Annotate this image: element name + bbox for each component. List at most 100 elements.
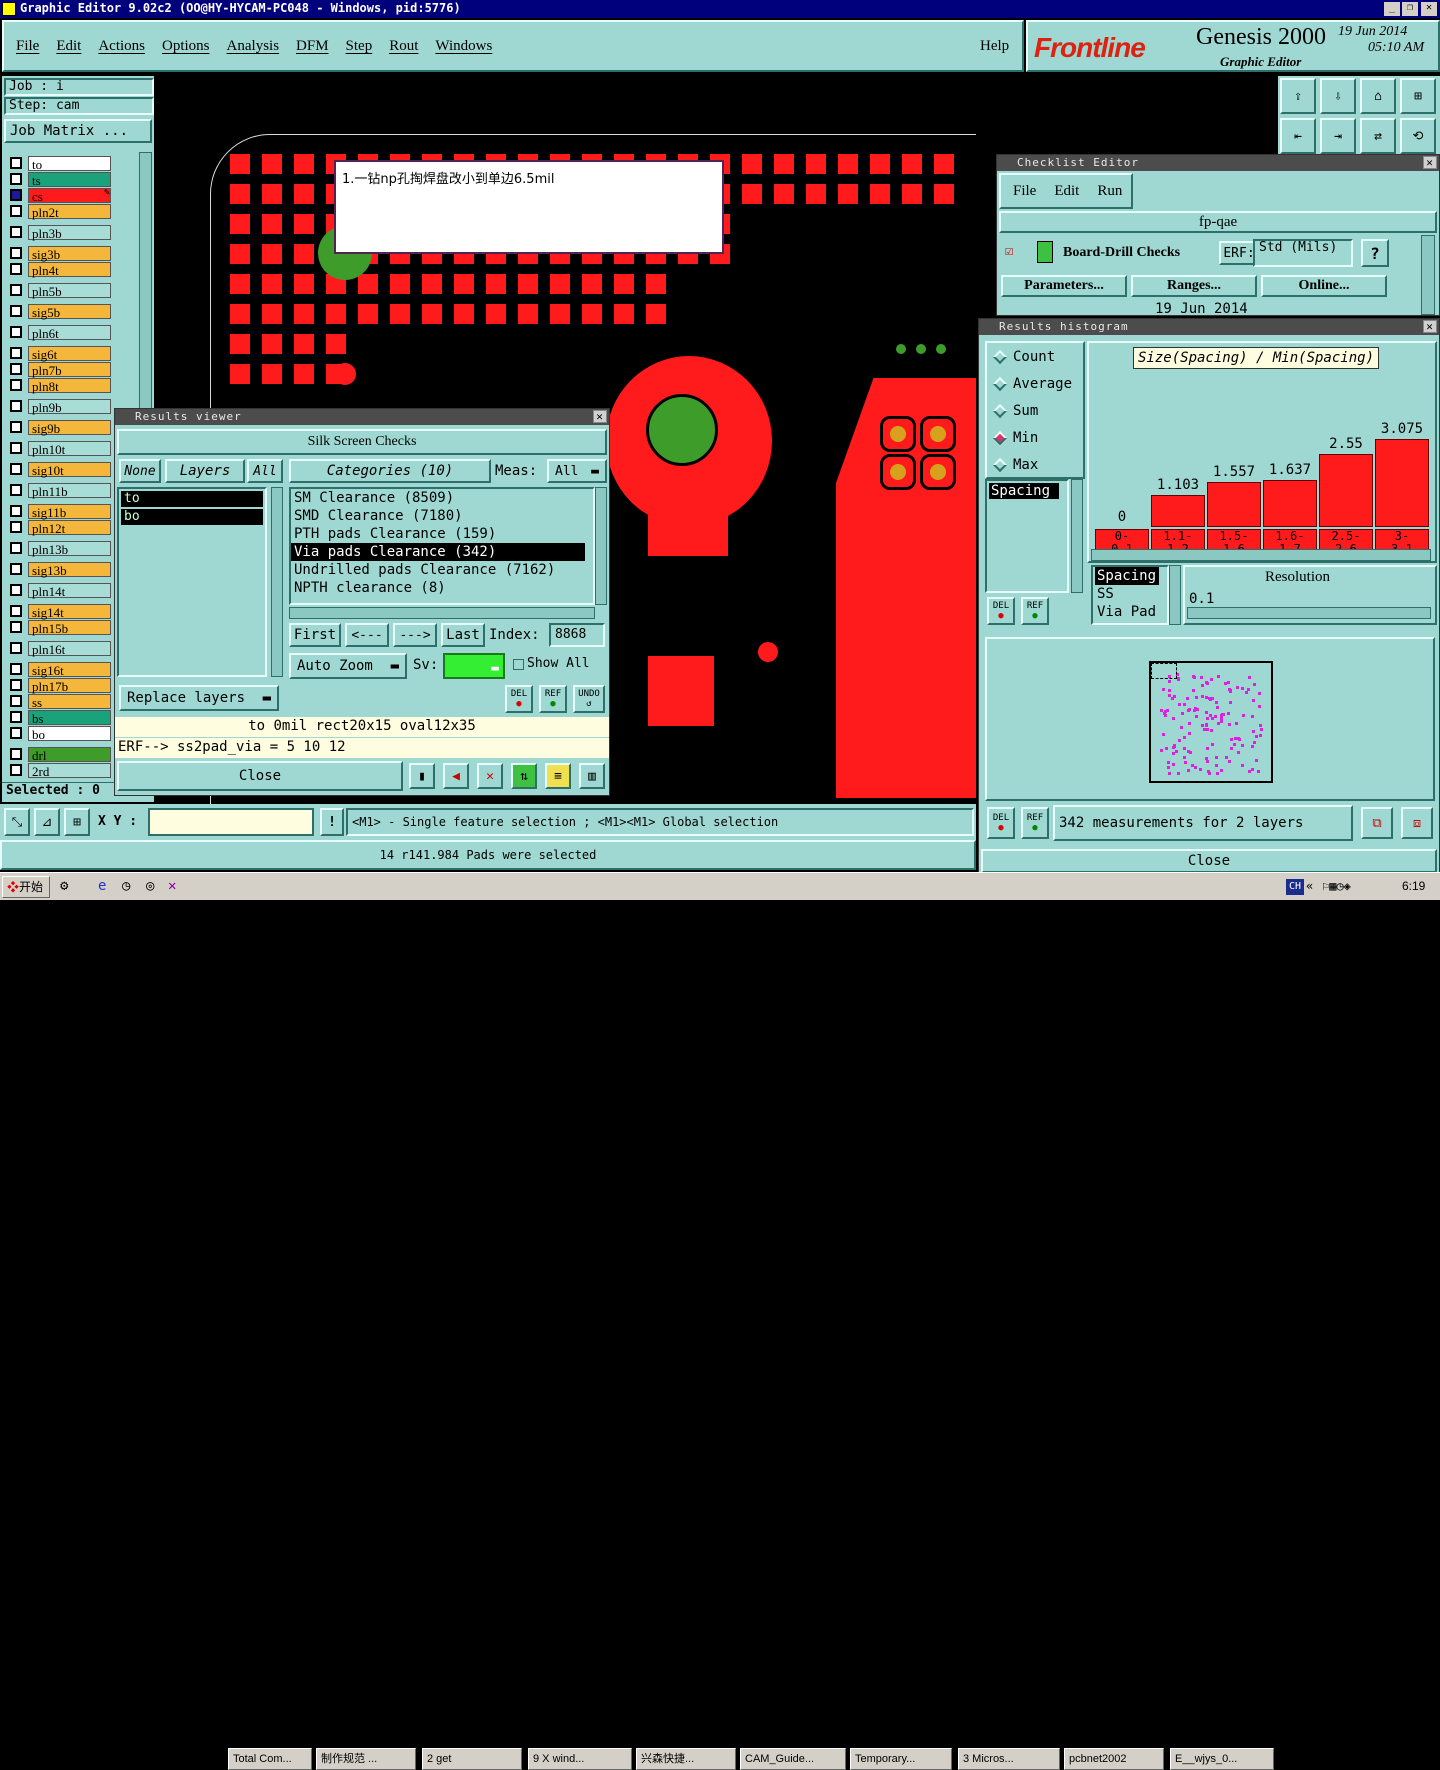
- layer-checkbox[interactable]: [10, 621, 22, 633]
- measure-item[interactable]: Via Pad: [1095, 603, 1165, 621]
- layer-checkbox[interactable]: [10, 263, 22, 275]
- checklist-menu-run[interactable]: Run: [1097, 183, 1122, 200]
- category-item[interactable]: Undrilled pads Clearance (7162): [291, 561, 593, 579]
- layer-row-pln2t[interactable]: pln2t: [6, 203, 152, 220]
- taskbar-item[interactable]: CAM_Guide...: [740, 1748, 846, 1770]
- layer-row-pln3b[interactable]: pln3b: [6, 224, 152, 241]
- layer-checkbox[interactable]: [10, 284, 22, 296]
- ref-button[interactable]: REF ●: [539, 685, 567, 713]
- last-button[interactable]: Last: [441, 623, 485, 647]
- xy-input[interactable]: [148, 808, 314, 836]
- pan-right-icon[interactable]: ⇥: [1320, 118, 1356, 154]
- histogram-bar[interactable]: [1151, 495, 1205, 527]
- export-icon[interactable]: ◀: [443, 763, 469, 789]
- minimize-button[interactable]: _: [1384, 2, 1400, 16]
- alert-icon[interactable]: !: [320, 808, 344, 836]
- histogram-field-list[interactable]: Spacing: [985, 479, 1069, 593]
- layer-row-pln7b[interactable]: pln7b: [6, 361, 152, 378]
- measure-icon[interactable]: ⊿: [34, 808, 60, 836]
- category-hscrollbar[interactable]: [289, 607, 595, 619]
- layer-row-sig5b[interactable]: sig5b: [6, 303, 152, 320]
- layer-row-pln8t[interactable]: pln8t: [6, 377, 152, 394]
- undo-button[interactable]: UNDO ↺: [573, 685, 605, 713]
- hist-ref-button[interactable]: REF ●: [1021, 597, 1049, 625]
- erf-icon[interactable]: ✕: [477, 763, 503, 789]
- zoom-next-icon[interactable]: ⧈: [1401, 807, 1433, 839]
- layer-checkbox[interactable]: [10, 347, 22, 359]
- erf-value[interactable]: Std (Mils): [1253, 239, 1353, 267]
- ie-icon[interactable]: e: [98, 878, 106, 894]
- start-button[interactable]: ❖开始: [2, 876, 50, 898]
- next-button[interactable]: --->: [393, 623, 437, 647]
- results-viewer-close-icon[interactable]: ✕: [593, 410, 607, 423]
- taskbar-item[interactable]: E__wjys_0...: [1170, 1748, 1274, 1770]
- menu-analysis[interactable]: Analysis: [227, 38, 280, 55]
- layer-checkbox[interactable]: [10, 157, 22, 169]
- swap-icon[interactable]: ⇄: [1360, 118, 1396, 154]
- layer-checkbox[interactable]: [10, 505, 22, 517]
- quicklaunch-icon[interactable]: ⚙: [60, 878, 68, 894]
- layer-result-list[interactable]: to bo: [117, 487, 267, 677]
- layer-row-ts[interactable]: ts: [6, 171, 152, 188]
- check-enabled-icon[interactable]: ☑: [1005, 243, 1013, 259]
- layer-checkbox[interactable]: [10, 400, 22, 412]
- job-matrix-button[interactable]: Job Matrix ...: [4, 119, 152, 143]
- layer-checkbox[interactable]: [10, 542, 22, 554]
- taskbar-item[interactable]: 3 Micros...: [958, 1748, 1060, 1770]
- layer-checkbox[interactable]: [10, 463, 22, 475]
- option-count[interactable]: Count: [991, 347, 1055, 367]
- measure-item[interactable]: SS: [1095, 585, 1165, 603]
- histogram-bar[interactable]: [1207, 482, 1261, 527]
- pan-left-icon[interactable]: ⇤: [1280, 118, 1316, 154]
- layer-checkbox[interactable]: [10, 521, 22, 533]
- restore-button[interactable]: ❐: [1402, 2, 1418, 16]
- index-field[interactable]: 8868: [549, 623, 605, 647]
- histogram-close-button[interactable]: Close: [981, 849, 1437, 873]
- layer-checkbox[interactable]: [10, 484, 22, 496]
- layer-checkbox[interactable]: [10, 226, 22, 238]
- parameters-button[interactable]: Parameters...: [1001, 275, 1127, 297]
- tray-icons[interactable]: ⚐▦◷◈: [1322, 879, 1351, 893]
- layer-checkbox[interactable]: [10, 727, 22, 739]
- snap-icon[interactable]: ⤡: [4, 808, 30, 836]
- layer-checkbox[interactable]: [10, 764, 22, 776]
- zoom-in-icon[interactable]: ⇪: [1280, 78, 1316, 114]
- category-item[interactable]: SM Clearance (8509): [291, 489, 593, 507]
- category-item[interactable]: PTH pads Clearance (159): [291, 525, 593, 543]
- menu-actions[interactable]: Actions: [98, 38, 145, 55]
- option-sum[interactable]: Sum: [991, 401, 1038, 421]
- option-average[interactable]: Average: [991, 374, 1072, 394]
- histogram-close-icon[interactable]: ✕: [1423, 320, 1437, 333]
- layers-button[interactable]: Layers: [165, 459, 245, 483]
- layer-row-cs[interactable]: cs ✎: [6, 187, 152, 204]
- measure-item[interactable]: Spacing: [1095, 567, 1159, 585]
- menu-edit[interactable]: Edit: [56, 38, 81, 55]
- del-button[interactable]: DEL ●: [505, 685, 533, 713]
- histogram-bar[interactable]: [1375, 439, 1429, 527]
- menu-windows[interactable]: Windows: [435, 38, 492, 55]
- menu-file[interactable]: File: [16, 38, 39, 55]
- language-indicator[interactable]: CH: [1286, 879, 1304, 895]
- category-item[interactable]: NPTH clearance (8): [291, 579, 593, 597]
- resolution-slider[interactable]: [1187, 607, 1431, 619]
- zoom-result-icon[interactable]: ⧉: [1361, 807, 1393, 839]
- taskbar-item[interactable]: 兴森快捷...: [636, 1748, 736, 1770]
- histogram-icon[interactable]: ▥: [579, 763, 605, 789]
- fit-window-icon[interactable]: ⊞: [1400, 78, 1436, 114]
- layer-checkbox[interactable]: [10, 421, 22, 433]
- taskbar-item[interactable]: 2 get: [422, 1748, 522, 1770]
- close-window-button[interactable]: ✕: [1421, 2, 1437, 16]
- none-button[interactable]: None: [119, 459, 161, 483]
- checklist-scrollbar[interactable]: [1421, 235, 1435, 315]
- help-menu[interactable]: Help: [980, 38, 1009, 55]
- zoom-out-icon[interactable]: ⇩: [1320, 78, 1356, 114]
- view-icon[interactable]: ⇅: [511, 763, 537, 789]
- layer-row-sig3b[interactable]: sig3b: [6, 245, 152, 262]
- option-max[interactable]: Max: [991, 455, 1038, 475]
- tray-expand-icon[interactable]: «: [1306, 879, 1313, 893]
- checklist-menu-file[interactable]: File: [1013, 183, 1036, 200]
- ranges-button[interactable]: Ranges...: [1131, 275, 1257, 297]
- report-icon[interactable]: ≡: [545, 763, 571, 789]
- layer-checkbox[interactable]: [10, 584, 22, 596]
- menu-rout[interactable]: Rout: [389, 38, 418, 55]
